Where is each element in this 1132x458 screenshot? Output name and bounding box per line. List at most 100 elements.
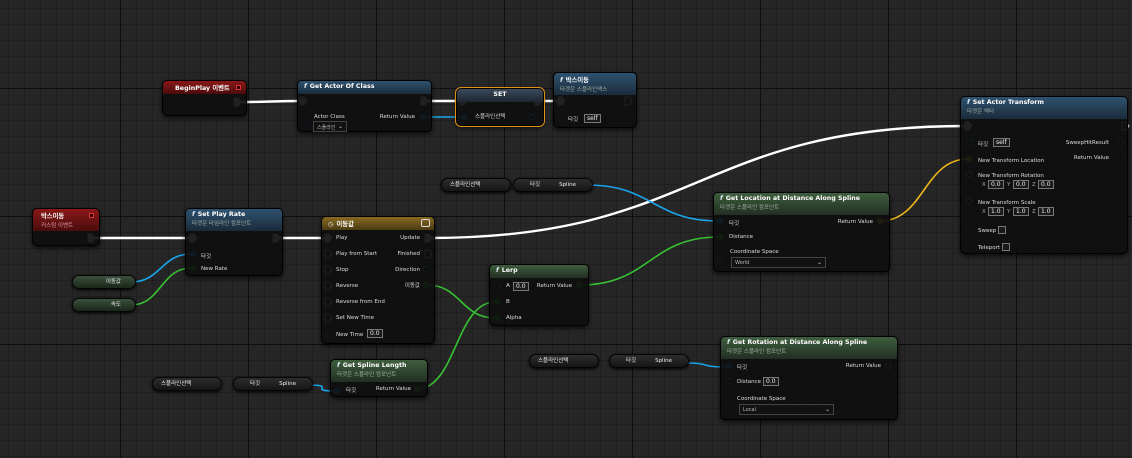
- finished-pin-label: Finished: [397, 251, 420, 257]
- node-header: f Set Actor Transform 타겟은 액터: [961, 97, 1127, 119]
- rotation-x-value[interactable]: 0.0: [988, 180, 1004, 189]
- scale-z-value[interactable]: 1.0: [1038, 207, 1054, 216]
- target-label: 타깃: [729, 221, 740, 227]
- chevron-down-icon: ⌄: [824, 406, 830, 413]
- chevron-down-icon: ⌄: [816, 259, 822, 266]
- timeline-icon[interactable]: [421, 219, 430, 227]
- spline-component-getter-node[interactable]: 타깃 Spline: [513, 178, 593, 192]
- coordinate-space-dropdown[interactable]: World ⌄: [731, 257, 826, 268]
- node-subtitle: 타겟은 스플라인 컴포넌트: [727, 349, 787, 355]
- timeline-node[interactable]: ◷ 이동값 Play Play from Start Stop Reverse R…: [321, 216, 435, 344]
- actor-class-dropdown[interactable]: 스플라인 ⌄: [313, 121, 347, 132]
- variable-label: 이동값: [105, 279, 121, 285]
- blueprint-graph[interactable]: BeginPlay 이벤트 f Get Actor Of Class Actor …: [0, 0, 1132, 458]
- node-header: ◷ 이동값: [322, 217, 434, 230]
- boxmove-call-node[interactable]: f 박스이동 타겟은 스플라인액스 타깃 self: [553, 72, 637, 128]
- delegate-pin-icon[interactable]: [89, 213, 94, 218]
- node-subtitle: 타겟은 스플라인 컴포넌트: [337, 372, 397, 378]
- function-icon: f: [337, 362, 340, 369]
- rotation-z-value[interactable]: 0.0: [1038, 180, 1054, 189]
- move-value-variable-node[interactable]: 이동값: [72, 275, 136, 289]
- selection-outline: [455, 87, 545, 127]
- node-header: f 박스이동 타겟은 스플라인액스: [554, 73, 636, 95]
- node-title: Set Actor Transform: [972, 99, 1044, 106]
- boxmove-custom-event-node[interactable]: 박스이동 커스텀 이벤트: [32, 208, 100, 246]
- node-title: BeginPlay 이벤트: [175, 85, 230, 92]
- function-icon: f: [496, 267, 499, 274]
- delegate-pin-icon[interactable]: [236, 85, 241, 90]
- variable-label: 스플라인선택: [450, 182, 481, 188]
- scale-x-value[interactable]: 1.0: [988, 207, 1004, 216]
- spline-component-getter-node[interactable]: 타깃 Spline: [609, 354, 689, 368]
- new-time-value[interactable]: 0.0: [367, 329, 383, 338]
- node-title: Get Rotation at Distance Along Spline: [732, 339, 868, 346]
- speed-variable-node[interactable]: 속도: [72, 298, 136, 312]
- new-rotation-label: New Transform Rotation: [978, 173, 1044, 179]
- update-pin-label: Update: [400, 235, 420, 241]
- sweep-checkbox[interactable]: [998, 226, 1006, 234]
- coordinate-space-label: Coordinate Space: [737, 396, 786, 402]
- node-title: Get Location at Distance Along Spline: [725, 195, 861, 202]
- target-value[interactable]: self: [584, 114, 601, 123]
- clock-icon: ◷: [328, 221, 334, 228]
- target-label: 타깃: [201, 254, 212, 260]
- object-wire[interactable]: [130, 253, 192, 283]
- scale-y-value[interactable]: 1.0: [1013, 207, 1029, 216]
- node-header: f Set Play Rate 타겟은 타임라인 컴포넌트: [186, 209, 282, 231]
- scale-x-axis: X: [982, 209, 986, 215]
- chevron-down-icon: ⌄: [337, 123, 343, 130]
- scale-y-axis: Y: [1007, 209, 1011, 215]
- target-label: 타깃: [626, 358, 637, 364]
- spline-select-variable-node[interactable]: 스플라인선택: [529, 354, 599, 368]
- get-spline-length-node[interactable]: f Get Spline Length 타겟은 스플라인 컴포넌트 타깃 Retur…: [330, 359, 428, 397]
- coordinate-space-value: Local: [743, 407, 756, 413]
- spline-select-variable-node[interactable]: 스플라인선택: [441, 178, 511, 192]
- exec-wire[interactable]: [239, 99, 303, 104]
- return-value-label: Return Value: [375, 386, 411, 392]
- function-icon: f: [304, 83, 307, 90]
- target-label: 타깃: [978, 142, 989, 148]
- teleport-checkbox[interactable]: [1002, 243, 1010, 251]
- node-title: 박스이동: [565, 77, 589, 84]
- spline-select-variable-node[interactable]: 스플라인선택: [152, 377, 222, 391]
- node-subtitle: 타겟은 스플라인액스: [560, 87, 608, 93]
- target-label: 타깃: [568, 117, 579, 123]
- play-from-start-pin-label: Play from Start: [336, 251, 378, 257]
- spline-label: Spline: [655, 358, 672, 364]
- distance-value[interactable]: 0.0: [763, 377, 779, 386]
- spline-component-getter-node[interactable]: 타깃 Spline: [233, 377, 313, 391]
- coordinate-space-dropdown[interactable]: Local ⌄: [739, 404, 834, 415]
- target-label: 타깃: [346, 388, 357, 394]
- set-actor-transform-node[interactable]: f Set Actor Transform 타겟은 액터 타깃 self Sweep…: [960, 96, 1128, 254]
- get-location-at-distance-node[interactable]: f Get Location at Distance Along Spline 타겟…: [713, 192, 890, 272]
- node-title: Set Play Rate: [197, 211, 246, 218]
- node-title: 박스이동: [41, 213, 65, 220]
- get-actor-of-class-node[interactable]: f Get Actor Of Class Actor Class 스플라인 ⌄ Re…: [297, 80, 432, 132]
- node-title: 이동값: [336, 221, 354, 228]
- float-wire[interactable]: [426, 284, 496, 319]
- coordinate-space-label: Coordinate Space: [730, 249, 779, 255]
- actor-class-value: 스플라인: [317, 125, 336, 131]
- return-value-label: Return Value: [379, 114, 415, 120]
- beginplay-event-node[interactable]: BeginPlay 이벤트: [162, 80, 247, 116]
- spline-label: Spline: [559, 182, 576, 188]
- lerp-node[interactable]: f Lerp A 0.0 B Alpha Return Value: [489, 264, 589, 326]
- node-header: f Get Spline Length 타겟은 스플라인 컴포넌트: [331, 360, 427, 382]
- function-icon: f: [720, 195, 723, 202]
- float-wire[interactable]: [579, 236, 720, 286]
- set-new-time-pin-label: Set New Time: [336, 315, 374, 321]
- play-pin-label: Play: [336, 235, 348, 241]
- node-title: Get Spline Length: [342, 362, 407, 369]
- get-rotation-at-distance-node[interactable]: f Get Rotation at Distance Along Spline 타겟…: [720, 336, 898, 420]
- float-wire[interactable]: [130, 267, 192, 306]
- distance-label: Distance: [737, 379, 762, 385]
- function-icon: f: [192, 211, 195, 218]
- set-play-rate-node[interactable]: f Set Play Rate 타겟은 타임라인 컴포넌트 타깃 New Rate: [185, 208, 283, 276]
- target-value[interactable]: self: [993, 138, 1010, 147]
- rotation-y-value[interactable]: 0.0: [1013, 180, 1029, 189]
- reverse-from-end-pin-label: Reverse from End: [336, 299, 385, 305]
- sweep-label: Sweep: [978, 228, 997, 234]
- vector-wire[interactable]: [879, 158, 969, 222]
- a-value[interactable]: 0.0: [513, 282, 529, 291]
- new-rate-label: New Rate: [201, 266, 228, 272]
